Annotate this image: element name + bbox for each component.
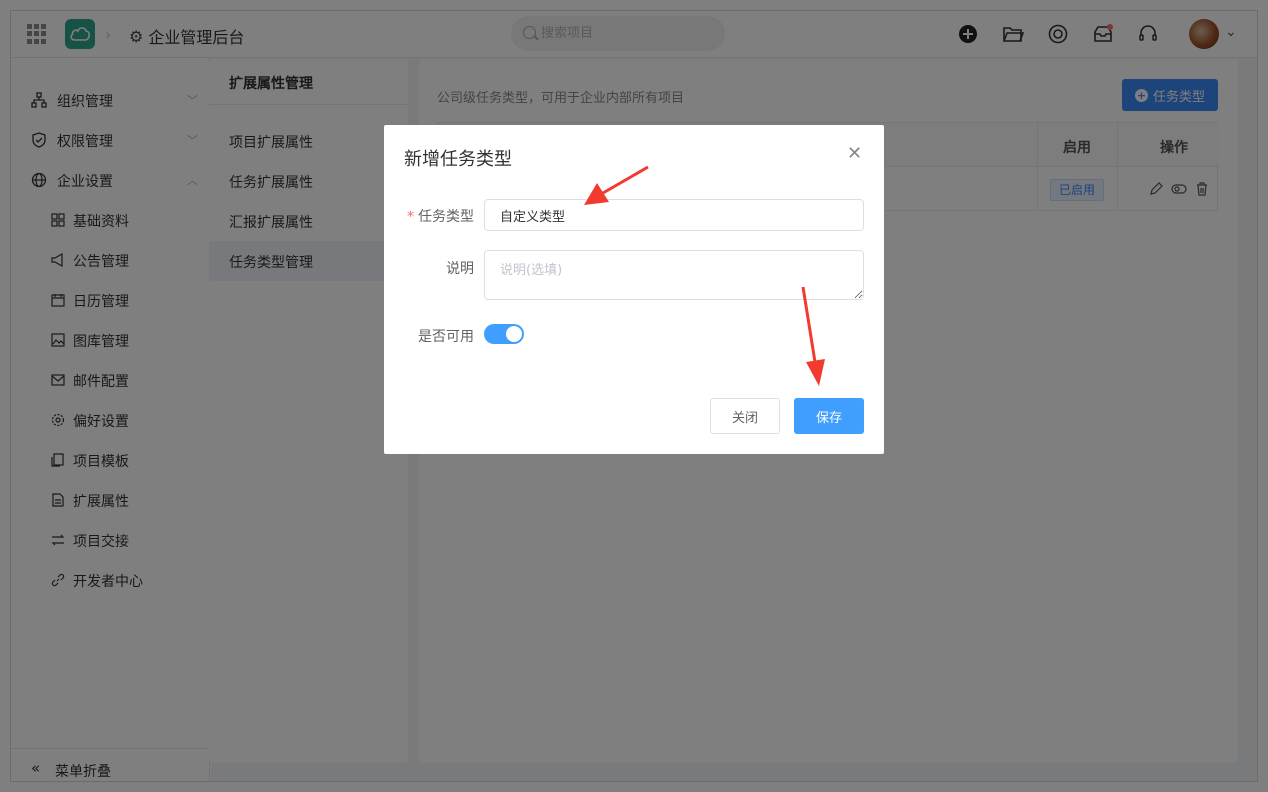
description-label: 说明 <box>446 261 474 277</box>
dialog-title: 新增任务类型 <box>404 149 512 170</box>
enabled-label: 是否可用 <box>418 329 474 345</box>
close-icon[interactable]: ✕ <box>847 143 862 164</box>
save-button[interactable]: 保存 <box>794 398 864 434</box>
close-button[interactable]: 关闭 <box>710 398 780 434</box>
task-type-label: * 任务类型 <box>384 206 474 226</box>
toggle-knob <box>506 326 522 342</box>
enabled-toggle[interactable] <box>484 324 524 344</box>
required-asterisk: * <box>407 209 414 225</box>
task-type-label-text: 任务类型 <box>418 209 474 225</box>
task-type-input[interactable] <box>484 199 864 231</box>
description-textarea[interactable] <box>484 250 864 300</box>
new-task-type-dialog: 新增任务类型 ✕ *任务类型 说明 是否可用 关闭 保存 <box>384 125 884 454</box>
